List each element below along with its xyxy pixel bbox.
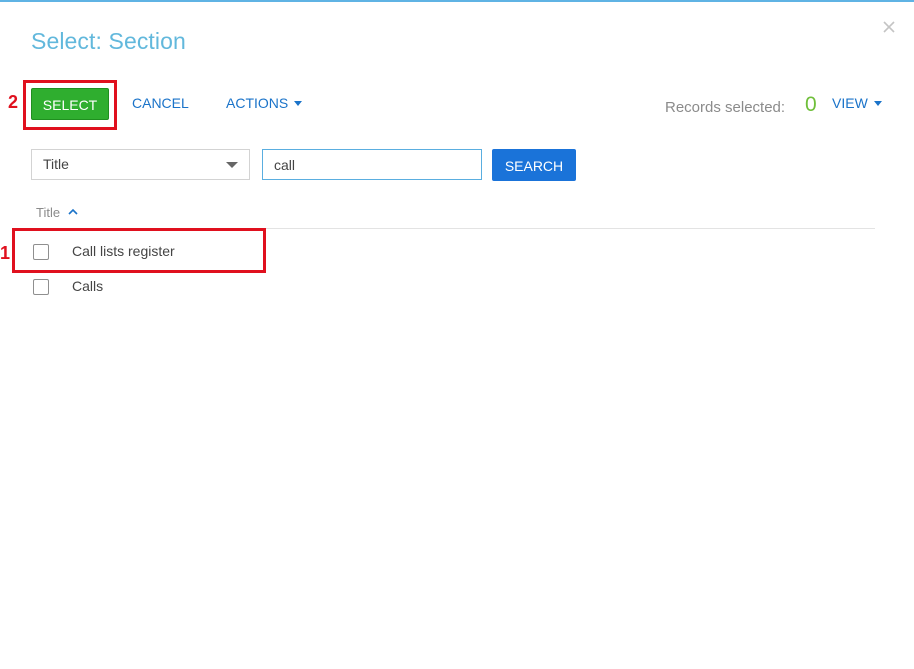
actions-label: ACTIONS — [226, 95, 289, 111]
close-icon — [883, 21, 895, 33]
column-header-title[interactable]: Title — [36, 205, 78, 220]
records-selected-count: 0 — [805, 93, 817, 116]
actions-menu-button[interactable]: ACTIONS — [226, 95, 303, 111]
view-menu-button[interactable]: VIEW — [832, 95, 882, 111]
chevron-down-icon — [873, 100, 882, 106]
row-checkbox[interactable] — [33, 244, 49, 260]
chevron-down-icon — [294, 100, 303, 106]
row-label: Calls — [72, 278, 104, 294]
table-row[interactable]: Calls — [31, 275, 256, 301]
view-label: VIEW — [832, 95, 868, 111]
dropdown-arrow-icon — [226, 162, 238, 168]
search-button[interactable]: SEARCH — [492, 149, 576, 181]
select-section-dialog: Select: Section 2 SELECT CANCEL ACTIONS … — [0, 0, 914, 669]
close-button[interactable] — [880, 18, 898, 36]
column-header-label: Title — [36, 205, 61, 220]
filter-column-value: Title — [43, 156, 69, 172]
filter-column-select[interactable]: Title — [31, 149, 250, 180]
step-marker-1: 1 — [0, 243, 11, 263]
sort-ascending-icon — [68, 208, 78, 215]
row-label: Call lists register — [72, 243, 175, 259]
cancel-button[interactable]: CANCEL — [132, 95, 189, 111]
step-marker-2: 2 — [8, 92, 19, 112]
search-input[interactable] — [262, 149, 482, 180]
select-button[interactable]: SELECT — [31, 88, 109, 120]
records-selected-label: Records selected: — [665, 99, 786, 116]
table-row[interactable]: Call lists register — [31, 240, 256, 266]
dialog-title: Select: Section — [31, 28, 186, 54]
row-checkbox[interactable] — [33, 279, 49, 295]
